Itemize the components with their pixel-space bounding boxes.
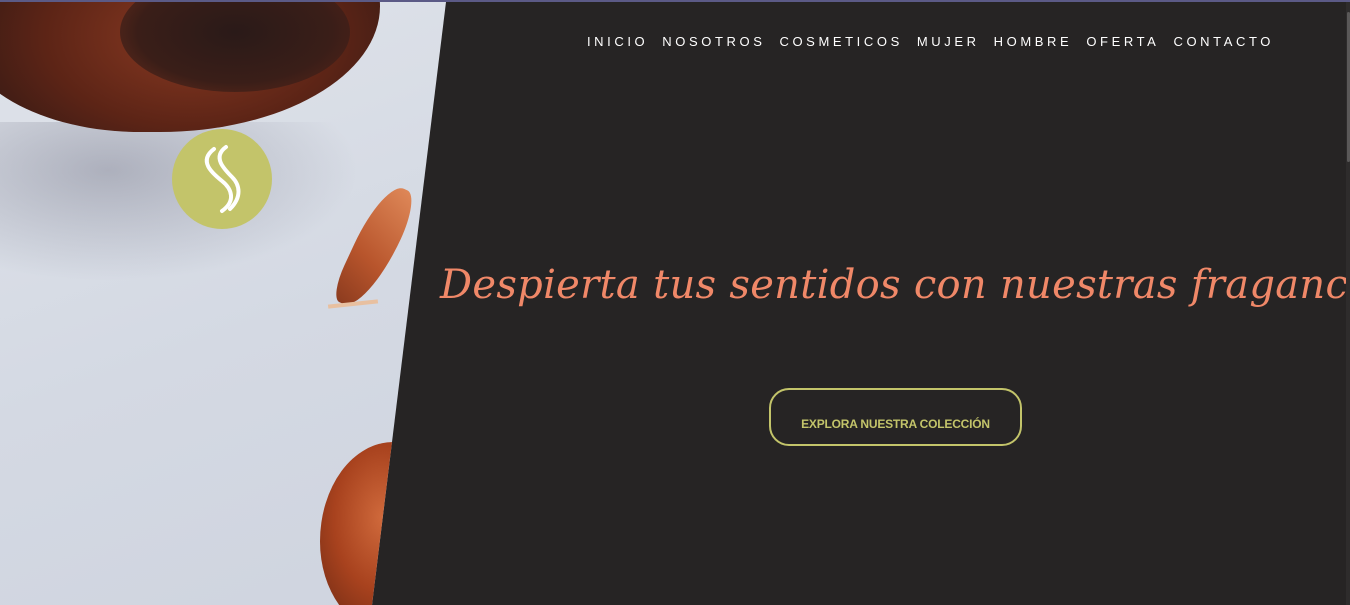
nav-item-contacto[interactable]: CONTACTO: [1173, 34, 1274, 49]
brand-logo[interactable]: [172, 129, 272, 229]
nav-item-cosmeticos[interactable]: COSMETICOS: [779, 34, 902, 49]
explore-collection-button[interactable]: EXPLORA NUESTRA COLECCIÓN: [769, 388, 1022, 446]
nav-item-inicio[interactable]: INICIO: [587, 34, 648, 49]
nav-item-mujer[interactable]: MUJER: [917, 34, 980, 49]
nav-item-hombre[interactable]: HOMBRE: [994, 34, 1073, 49]
rose-bottom-shape: [320, 442, 446, 605]
nav-item-nosotros[interactable]: NOSOTROS: [662, 34, 765, 49]
page-scrollbar[interactable]: [1346, 2, 1350, 605]
nav-item-oferta[interactable]: OFERTA: [1086, 34, 1159, 49]
main-nav: INICIO NOSOTROS COSMETICOS MUJER HOMBRE …: [573, 34, 1274, 49]
landing-page: INICIO NOSOTROS COSMETICOS MUJER HOMBRE …: [0, 0, 1350, 605]
top-border: [0, 0, 1350, 2]
swirl-s-logo-icon: [204, 145, 241, 213]
hero-photo-roses: [0, 2, 446, 605]
hero-headline: Despierta tus sentidos con nuestras frag…: [440, 262, 1350, 308]
